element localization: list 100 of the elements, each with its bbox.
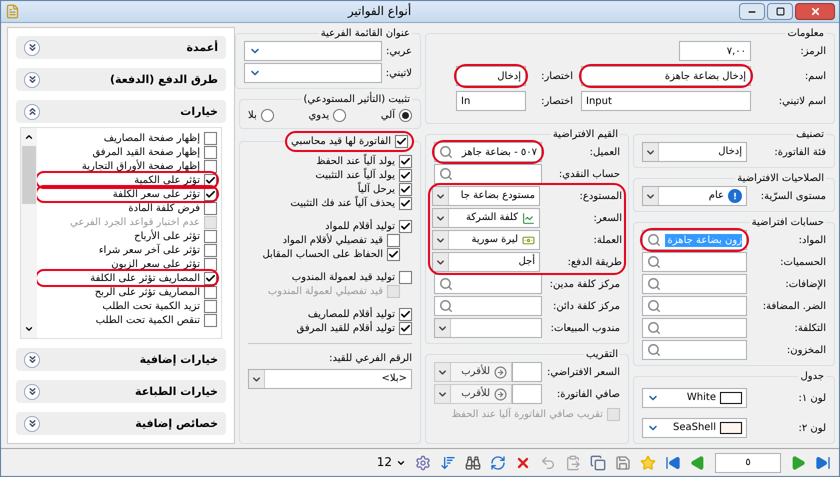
first-record-icon[interactable] [665, 454, 681, 470]
search-icon[interactable] [647, 321, 661, 335]
checkbox[interactable] [204, 188, 217, 200]
lookup-field[interactable] [642, 340, 747, 360]
dropdown-caret[interactable] [435, 319, 451, 337]
lookup-field[interactable] [434, 274, 542, 294]
checkbox[interactable] [387, 248, 400, 260]
checkbox[interactable] [399, 322, 412, 334]
record-number-field[interactable]: ٥ [715, 452, 781, 472]
scroll-down-icon[interactable] [24, 324, 34, 334]
close-button[interactable] [795, 3, 835, 20]
checkbox[interactable] [395, 135, 408, 148]
lookup-field[interactable] [642, 274, 747, 294]
checkbox[interactable] [204, 174, 217, 186]
search-icon[interactable] [439, 167, 453, 181]
previous-record-icon[interactable] [690, 454, 706, 470]
checkbox[interactable] [204, 202, 217, 214]
checkbox[interactable] [204, 230, 217, 242]
section-header[interactable]: خيارات الطباعة [16, 380, 226, 403]
radio-button[interactable] [260, 108, 274, 122]
group-title: تصنيف [796, 129, 824, 140]
lookup-field[interactable] [642, 318, 747, 338]
sort-icon[interactable] [440, 454, 456, 470]
checkbox[interactable] [399, 196, 412, 210]
text-field[interactable] [512, 362, 542, 382]
star-icon[interactable] [640, 454, 656, 470]
section-header[interactable]: أعمدة [16, 36, 226, 59]
last-record-icon[interactable] [815, 454, 831, 470]
refresh-icon[interactable] [490, 454, 506, 470]
lookup-field[interactable] [642, 296, 747, 316]
text-field[interactable]: Input [581, 91, 751, 111]
chart-icon [522, 212, 535, 224]
dropdown-field[interactable] [244, 63, 382, 83]
lookup-field[interactable] [434, 296, 542, 316]
dropdown-field[interactable]: إدخال [642, 142, 747, 162]
radio-button[interactable] [399, 108, 412, 122]
checkbox[interactable] [399, 270, 412, 284]
checkbox[interactable] [204, 146, 217, 158]
checkbox[interactable] [204, 314, 217, 326]
checkbox[interactable] [204, 132, 217, 144]
search-icon[interactable] [647, 343, 661, 357]
checkbox[interactable] [204, 244, 217, 256]
section-header[interactable]: خيارات [16, 100, 226, 123]
dropdown-caret[interactable] [643, 187, 659, 205]
checkbox[interactable] [387, 234, 400, 246]
dropdown-caret[interactable] [433, 209, 449, 227]
lookup-field[interactable] [434, 164, 542, 184]
maximize-button[interactable] [767, 3, 793, 20]
section-header[interactable]: طرق الدفع (الدفعة) [16, 68, 226, 91]
binoculars-icon[interactable] [465, 454, 481, 470]
section-header[interactable]: خيارات إضافية [16, 348, 226, 371]
copy-icon[interactable] [590, 454, 606, 470]
dropdown-field[interactable]: عام [642, 186, 747, 206]
dropdown-field[interactable]: مستودع بضاعة جا [432, 186, 540, 206]
search-icon[interactable] [647, 255, 661, 269]
checkbox[interactable] [399, 220, 412, 232]
scroll-up-icon[interactable] [24, 132, 34, 142]
dropdown-field[interactable]: <بلا> [248, 369, 412, 389]
gears-icon[interactable] [415, 454, 431, 470]
dropdown-field[interactable] [244, 41, 382, 61]
dropdown-field[interactable]: SeaShell [642, 418, 747, 438]
dropdown-field[interactable]: أجل [432, 252, 540, 272]
search-icon[interactable] [647, 277, 661, 291]
search-icon[interactable] [647, 299, 661, 313]
save-icon[interactable] [615, 454, 631, 470]
checkbox[interactable] [204, 300, 217, 312]
search-icon[interactable] [439, 145, 453, 159]
search-icon[interactable] [439, 299, 453, 313]
text-field[interactable]: إدخال [456, 66, 526, 86]
checkbox[interactable] [204, 258, 217, 270]
lookup-field[interactable] [642, 252, 747, 272]
search-icon[interactable] [647, 233, 661, 247]
text-field[interactable] [512, 384, 542, 404]
checkbox[interactable] [399, 168, 412, 182]
section-header[interactable]: خصائص إضافية [16, 412, 226, 435]
checkbox[interactable] [399, 154, 412, 168]
dropdown-caret[interactable] [433, 187, 449, 205]
dropdown-field[interactable]: كلفة الشركة [432, 208, 540, 228]
text-field[interactable]: In [456, 91, 526, 111]
radio-button[interactable] [333, 108, 346, 122]
dropdown-field[interactable]: White [642, 388, 747, 408]
checkbox[interactable] [399, 308, 412, 320]
checkbox[interactable] [204, 286, 217, 298]
dropdown-caret[interactable] [433, 253, 449, 271]
dropdown-caret[interactable] [433, 231, 449, 249]
dropdown-field[interactable]: ليرة سورية [432, 230, 540, 250]
lookup-field[interactable]: ٥٠٧ - بضاعة جاهز [434, 142, 542, 162]
dropdown-field[interactable] [434, 318, 542, 338]
text-field[interactable]: إدخال بضاعة جاهزة [581, 66, 751, 86]
next-record-icon[interactable] [790, 454, 806, 470]
scrollbar-thumb[interactable] [22, 146, 36, 204]
dropdown-caret[interactable] [643, 143, 659, 161]
search-icon[interactable] [439, 277, 453, 291]
checkbox[interactable] [204, 272, 217, 284]
dropdown-caret[interactable] [249, 370, 265, 388]
page-size-dropdown[interactable]: 12 [376, 456, 406, 469]
checkbox[interactable] [399, 182, 412, 196]
text-field[interactable]: ٧,٠٠ [679, 41, 751, 61]
checkbox[interactable] [204, 160, 217, 172]
scrollbar[interactable] [21, 128, 37, 338]
